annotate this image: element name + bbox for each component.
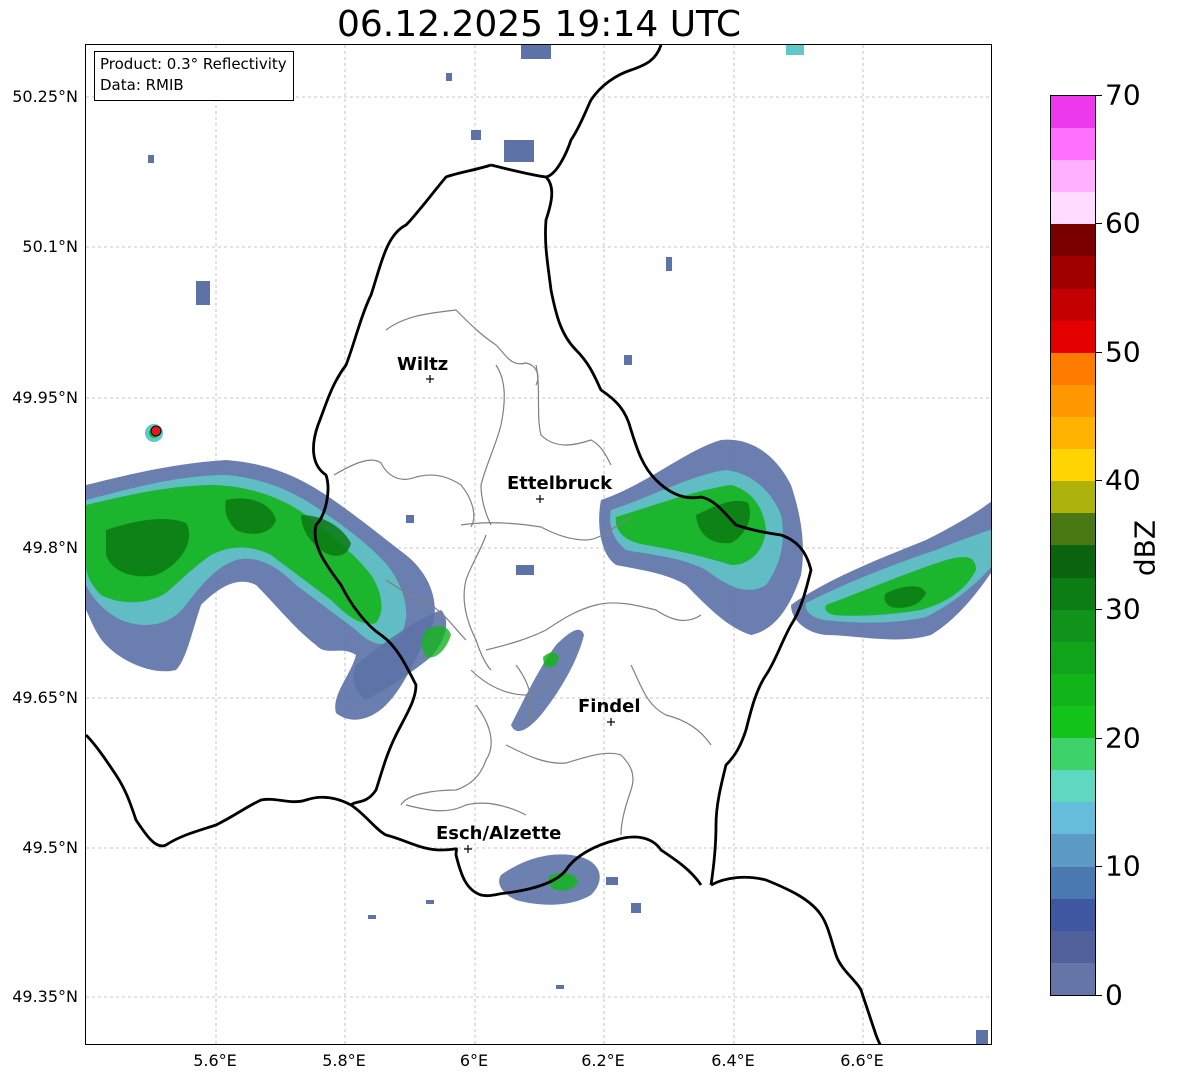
echo-findel-streak (511, 629, 584, 732)
lat-tick: 49.65°N (12, 688, 78, 707)
colorbar-band (1051, 95, 1095, 129)
echo-topright-teal (786, 45, 804, 55)
colorbar-band (1051, 352, 1095, 385)
colorbar-band (1051, 770, 1095, 803)
colorbar-band (1051, 256, 1095, 289)
colorbar-tick: 50 (1105, 335, 1141, 369)
colorbar-tick: 30 (1105, 592, 1141, 626)
map-title: 06.12.2025 19:14 UTC (336, 4, 742, 45)
lat-tick: 49.8°N (22, 538, 78, 557)
colorbar-band (1051, 834, 1095, 867)
lon-tick: 5.6°E (193, 1051, 237, 1070)
radar-map[interactable]: Wiltz Ettelbruck Findel Esch/Alzette (85, 44, 992, 1045)
colorbar-band (1051, 962, 1095, 995)
colorbar-band (1051, 577, 1095, 610)
colorbar-band (1051, 609, 1095, 642)
border-de-fr-southeast (710, 875, 882, 1044)
colorbar-band (1051, 673, 1095, 707)
product-info-box: Product: 0.3° Reflectivity Data: RMIB (94, 51, 294, 101)
dbz-colorbar (1050, 95, 1096, 996)
colorbar-band (1051, 738, 1095, 771)
colorbar-band (1051, 192, 1095, 225)
city-label-wiltz: Wiltz (397, 354, 448, 375)
echo-south-streak-green (421, 625, 451, 658)
border-be-fr-west (86, 734, 352, 848)
radar-echoes (86, 45, 991, 1044)
colorbar-band (1051, 417, 1095, 450)
lat-tick: 49.35°N (12, 987, 78, 1006)
city-label-ettelbruck: Ettelbruck (507, 473, 613, 494)
data-source-label: Data: RMIB (100, 76, 184, 94)
radar-site-marker (150, 425, 162, 437)
lon-tick: 6°E (459, 1051, 489, 1070)
colorbar-band (1051, 930, 1095, 963)
lon-tick: 6.2°E (581, 1051, 625, 1070)
colorbar-band (1051, 160, 1095, 193)
colorbar-band (1051, 449, 1095, 482)
lon-tick: 6.6°E (840, 1051, 884, 1070)
radar-map-canvas: Wiltz Ettelbruck Findel Esch/Alzette (86, 45, 991, 1044)
city-markers (426, 375, 615, 853)
colorbar-tick: 60 (1105, 206, 1141, 240)
lat-tick: 49.5°N (22, 838, 78, 857)
city-label-esch: Esch/Alzette (436, 823, 561, 844)
colorbar-band (1051, 545, 1095, 578)
colorbar-band (1051, 320, 1095, 353)
colorbar-band (1051, 481, 1095, 514)
colorbar-tick: 10 (1105, 849, 1141, 883)
colorbar-band (1051, 866, 1095, 899)
lat-tick: 50.1°N (22, 237, 78, 256)
lat-tick: 50.25°N (12, 87, 78, 106)
colorbar-label: dBZ (1128, 519, 1162, 577)
colorbar-band (1051, 384, 1095, 418)
colorbar-band (1051, 898, 1095, 931)
lon-tick: 6.4°E (711, 1051, 755, 1070)
city-label-findel: Findel (578, 696, 641, 717)
colorbar-band (1051, 641, 1095, 674)
lon-tick: 5.8°E (322, 1051, 366, 1070)
colorbar-band (1051, 128, 1095, 161)
colorbar-tick: 20 (1105, 721, 1141, 755)
product-label: Product: 0.3° Reflectivity (100, 55, 287, 73)
colorbar-tick: 0 (1105, 978, 1123, 1012)
colorbar-tick: 40 (1105, 463, 1141, 497)
colorbar-tick: 70 (1105, 78, 1141, 112)
lat-tick: 49.95°N (12, 388, 78, 407)
border-be-de-north (545, 45, 663, 179)
colorbar-band (1051, 513, 1095, 546)
colorbar-band (1051, 706, 1095, 739)
colorbar-band (1051, 802, 1095, 835)
colorbar-band (1051, 224, 1095, 257)
colorbar-band (1051, 288, 1095, 321)
